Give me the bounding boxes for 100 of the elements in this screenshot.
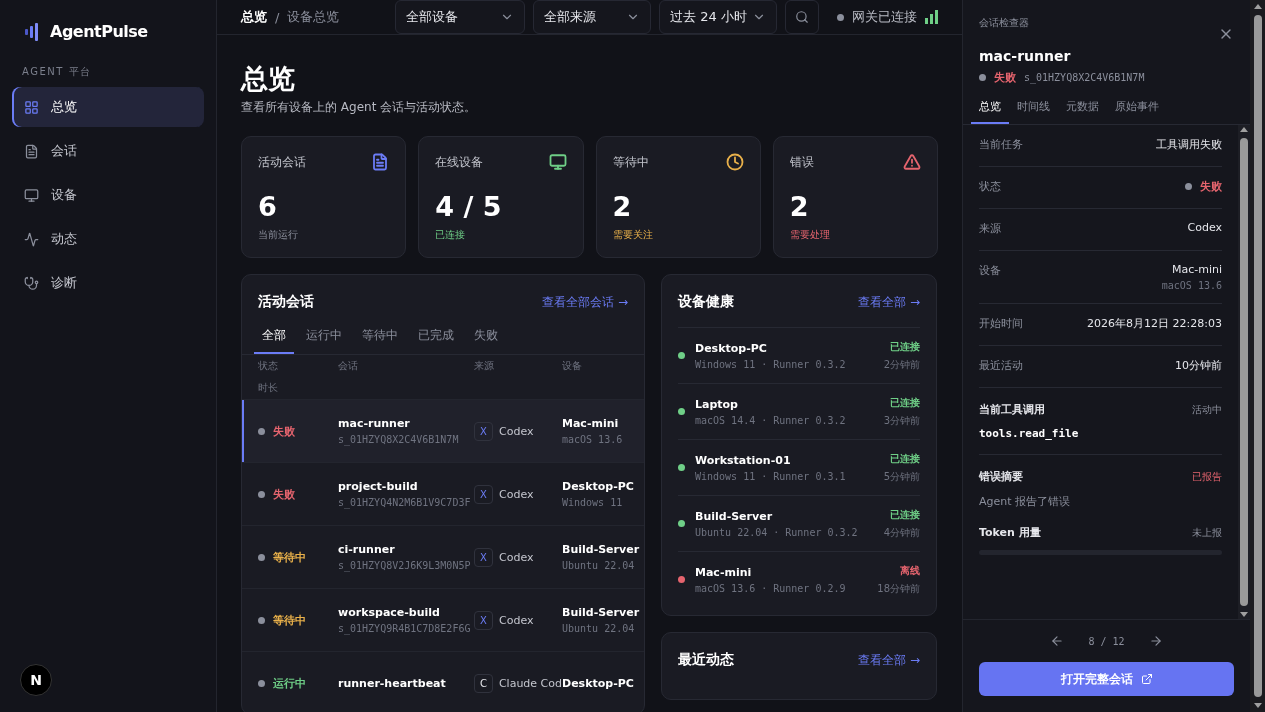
- device-os: Ubuntu 22.04: [562, 623, 636, 635]
- device-meta: Windows 11 · Runner 0.3.1: [695, 470, 846, 482]
- view-all-link[interactable]: 查看全部 →: [858, 651, 920, 669]
- session-row[interactable]: 等待中 workspace-build s_01HZYQ9R4B1C7D8E2F6G X Codex Build-Server Ubuntu 22.04: [242, 588, 644, 652]
- section-label: Token 用量: [979, 525, 1041, 540]
- source-name: Codex: [499, 613, 534, 627]
- device-meta: Ubuntu 22.04 · Runner 0.3.2: [695, 526, 858, 538]
- connection-status: 已连接: [890, 339, 920, 354]
- inspector-tab[interactable]: 时间线: [1009, 93, 1058, 124]
- monitor-icon: [24, 187, 39, 203]
- previous-icon[interactable]: [1050, 634, 1065, 648]
- connection-status: 已连接: [890, 451, 920, 466]
- filter-select[interactable]: 全部来源: [533, 0, 651, 34]
- filter-tab[interactable]: 失败: [466, 321, 506, 355]
- status-label: 失败: [273, 423, 295, 439]
- stat-note: 需要处理: [789, 228, 831, 243]
- column-header: 状态: [258, 359, 279, 374]
- nav-item[interactable]: 动态: [12, 219, 204, 259]
- nav-item[interactable]: 总览: [12, 87, 204, 127]
- field-label: 设备: [979, 263, 1001, 278]
- device-row[interactable]: Desktop-PC Windows 11 · Runner 0.3.2 已连接 2分钟前: [678, 327, 920, 384]
- stat-note: 已连接: [435, 228, 467, 243]
- view-all-link[interactable]: 查看全部会话 →: [542, 293, 628, 311]
- page-title: 总览: [241, 63, 296, 96]
- page-subtitle: 查看所有设备上的 Agent 会话与活动状态。: [241, 99, 478, 117]
- device-row[interactable]: Mac-mini macOS 13.6 · Runner 0.2.9 离线 18分钟前: [678, 551, 920, 608]
- filter-select[interactable]: 过去 24 小时: [659, 0, 777, 34]
- section-label: 错误摘要: [979, 469, 1023, 484]
- inspector-tab[interactable]: 元数据: [1058, 93, 1107, 124]
- field-label: 开始时间: [979, 316, 1023, 331]
- device-os: macOS 13.6: [562, 434, 624, 446]
- inspector-tab[interactable]: 原始事件: [1107, 93, 1167, 124]
- status-label: 等待中: [273, 612, 306, 628]
- search-icon: [795, 10, 809, 24]
- search-button[interactable]: [785, 0, 819, 34]
- device-row[interactable]: Build-Server Ubuntu 22.04 · Runner 0.3.2 已连接 4分钟前: [678, 495, 920, 552]
- column-header: 来源: [474, 359, 495, 374]
- panel-title: 活动会话: [258, 293, 314, 312]
- session-row[interactable]: 失败 project-build s_01HZYQ4N2M6B1V9C7D3F X Codex Desktop-PC Windows 11: [242, 462, 644, 526]
- error-status: 已报告: [1192, 469, 1222, 484]
- device-row[interactable]: Laptop macOS 14.4 · Runner 0.3.2 已连接 3分钟前: [678, 383, 920, 440]
- source-badge: X: [474, 547, 493, 567]
- status-dot: [258, 616, 265, 624]
- column-header: 时长: [258, 381, 279, 396]
- gateway-status: 网关已连接: [852, 8, 917, 26]
- filter-tab[interactable]: 运行中: [298, 321, 350, 355]
- source-badge: X: [474, 610, 493, 630]
- source-name: Codex: [499, 550, 534, 564]
- open-session-button[interactable]: 打开完整会话: [979, 662, 1234, 696]
- next-icon[interactable]: [1148, 634, 1163, 648]
- nav-item[interactable]: 设备: [12, 175, 204, 215]
- breadcrumb-separator: /: [275, 9, 280, 25]
- column-header: 设备: [562, 359, 583, 374]
- session-name: mac-runner: [979, 48, 1072, 64]
- status-dot: [258, 427, 265, 435]
- nav-item[interactable]: 会话: [12, 131, 204, 171]
- device-name: Workstation-01: [695, 453, 792, 467]
- field-subvalue: macOS 13.6: [1161, 280, 1222, 291]
- nav-item[interactable]: 诊断: [12, 263, 204, 303]
- device-name: Mac-mini: [695, 565, 753, 579]
- view-all-link[interactable]: 查看全部 →: [858, 293, 920, 311]
- device-row[interactable]: Workstation-01 Windows 11 · Runner 0.3.1 已连接 5分钟前: [678, 439, 920, 496]
- stat-value: 2: [612, 191, 633, 223]
- session-id: s_01HZYQ8V2J6K9L3M0N5P: [338, 560, 472, 572]
- session-id: s_01HZYQ8X2C4V6B1N7M: [1024, 72, 1145, 83]
- session-row[interactable]: 等待中 ci-runner s_01HZYQ8V2J6K9L3M0N5P X Codex Build-Server Ubuntu 22.04: [242, 525, 644, 589]
- last-seen: 3分钟前: [883, 413, 920, 428]
- session-id: s_01HZYQ9R4B1C7D8E2F6G: [338, 623, 472, 635]
- session-row[interactable]: 失败 mac-runner s_01HZYQ8X2C4V6B1N7M X Codex Mac-mini macOS 13.6: [242, 399, 644, 463]
- device-meta: macOS 14.4 · Runner 0.3.2: [695, 414, 846, 426]
- filter-tab[interactable]: 全部: [254, 321, 294, 355]
- filter-tab[interactable]: 等待中: [354, 321, 406, 355]
- status-dot: [258, 679, 265, 687]
- avatar[interactable]: N: [20, 664, 52, 696]
- filter-select[interactable]: 全部设备: [395, 0, 525, 34]
- external-link-icon: [1140, 673, 1153, 685]
- device-name: Laptop: [695, 397, 739, 411]
- device-os: Windows 11: [562, 497, 624, 509]
- session-row[interactable]: 运行中 runner-heartbeat C Claude CodDesktop-PC: [242, 651, 644, 712]
- inspector-tab[interactable]: 总览: [971, 93, 1009, 124]
- breadcrumb-link[interactable]: 总览: [241, 8, 267, 26]
- device-os: Ubuntu 22.04: [562, 560, 636, 572]
- session-name: ci-runner: [338, 543, 396, 557]
- filter-tab[interactable]: 已完成: [410, 321, 462, 355]
- document-icon: [24, 143, 39, 159]
- device-name: Build-Server: [562, 543, 641, 557]
- field-value: Codex: [1187, 221, 1222, 234]
- stat-value: 4 / 5: [435, 191, 503, 223]
- stat-value: 6: [258, 191, 278, 223]
- error-message: Agent 报告了错误: [979, 494, 1072, 509]
- signal-icon: [925, 10, 938, 24]
- stat-note: 当前运行: [258, 228, 299, 243]
- field-label: 状态: [979, 179, 1001, 194]
- field-value: Mac-mini: [1171, 263, 1222, 276]
- status-label: 等待中: [273, 549, 306, 565]
- status-dot: [258, 553, 265, 561]
- device-name: Desktop-PC: [562, 480, 635, 494]
- status-label: 失败: [273, 486, 295, 502]
- token-status: 未上报: [1192, 525, 1222, 540]
- session-id: s_01HZYQ8X2C4V6B1N7M: [338, 434, 460, 446]
